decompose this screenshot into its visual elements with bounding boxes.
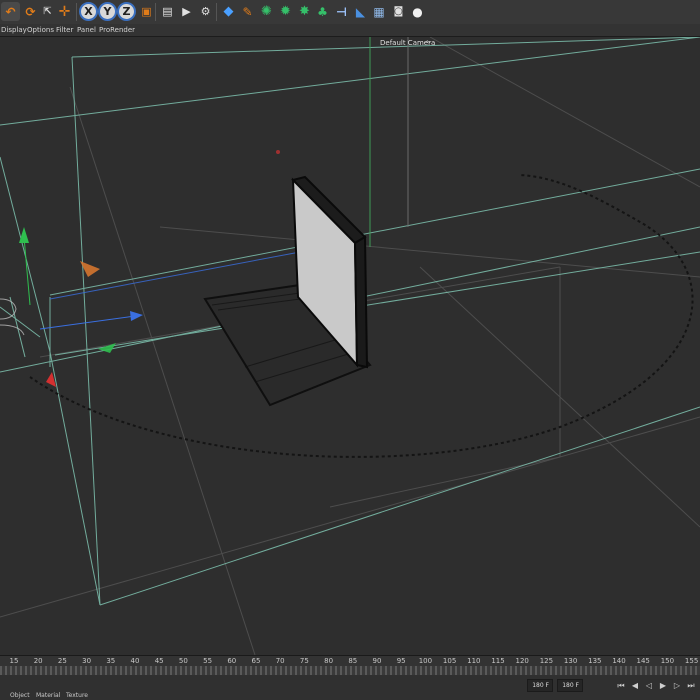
timeline-tick-label: 45 [154,657,164,665]
timeline-tick-label: 70 [275,657,285,665]
timeline-tick-label: 130 [563,657,578,665]
camera-icon[interactable]: ◙ [389,2,408,21]
timeline-tick-label: 95 [396,657,406,665]
lock-axis-icon[interactable]: ▣ [137,2,156,21]
timeline-tick-label: 135 [588,657,602,665]
timeline-tick-label: 15 [9,657,19,665]
pen-icon[interactable]: ✎ [238,2,257,21]
camera-view-icon[interactable]: ·°· [424,40,431,47]
array-icon[interactable]: ✹ [276,2,295,21]
mograph-icon[interactable]: ♣ [313,2,332,21]
timeline-tick-label: 25 [57,657,67,665]
timeline-tick-label: 110 [467,657,481,665]
step-back-icon[interactable]: ◀ [629,679,641,692]
timeline-tick-label: 85 [348,657,358,665]
origin-marker [276,150,280,154]
render-region-icon[interactable]: ▤ [158,2,177,21]
timeline-tick-label: 80 [324,657,334,665]
timeline-tick-label: 30 [82,657,92,665]
step-forward-icon[interactable]: ▷ [671,679,683,692]
timeline-tick-label: 150 [660,657,675,665]
go-to-start-icon[interactable]: ⏮ [615,679,627,692]
tab-object[interactable]: Object [10,692,30,699]
go-to-end-icon[interactable]: ⏭ [685,679,697,692]
timeline-tick-label: 90 [372,657,382,665]
timeline-tick-label: 55 [203,657,213,665]
tab-texture[interactable]: Texture [66,692,88,699]
timeline-tick-label: 145 [636,657,650,665]
viewport-scene [0,37,700,655]
menu-options[interactable]: Options [27,24,54,36]
timeline-tick-label: 100 [418,657,433,665]
frame-track[interactable] [0,666,700,675]
main-toolbar: ↶ ⟳ ⇱ ✛ X Y Z ▣ ▤ ▶ ⚙ ◆ ✎ ✺ ✹ ✸ ♣ ⊣ ◣ ▦ … [0,0,700,25]
subdivision-icon[interactable]: ✺ [257,2,276,21]
timeline-tick-label: 125 [539,657,554,665]
max-frame-field[interactable]: 180 F [557,679,583,692]
texture-icon[interactable]: ◣ [351,2,370,21]
z-axis-arrow[interactable] [130,311,143,321]
timeline-tick-label: 40 [130,657,140,665]
axis-y-button[interactable]: Y [98,2,117,21]
menu-panel[interactable]: Panel [77,24,96,36]
light-icon[interactable]: ● [408,2,427,21]
timeline-tick-label: 120 [515,657,529,665]
menu-filter[interactable]: Filter [56,24,73,36]
axis-z-button[interactable]: Z [117,2,136,21]
end-frame-field[interactable]: 180 F [527,679,553,692]
render-view-icon[interactable]: ▶ [177,2,196,21]
timeline-tick-label: 115 [491,657,505,665]
tab-material[interactable]: Material [36,692,60,699]
timeline-tick-label: 65 [251,657,261,665]
render-settings-icon[interactable]: ⚙ [196,2,215,21]
bend-icon[interactable]: ⊣ [332,2,351,21]
timeline-tick-label: 50 [178,657,188,665]
bookend-object[interactable] [203,175,372,407]
x-axis-line [39,315,136,330]
timeline-tick-label: 105 [442,657,457,665]
timeline-tick-label: 140 [612,657,626,665]
timeline-tick-label: 35 [106,657,116,665]
floor-icon[interactable]: ▦ [370,2,388,21]
cube-icon[interactable]: ◆ [219,2,238,21]
deformer-icon[interactable]: ✸ [295,2,314,21]
play-reverse-icon[interactable]: ◁ [643,679,655,692]
timeline-ruler[interactable]: 15 20 25 30 35 40 45 50 55 60 65 70 75 80 85 90 95 100 105… [0,655,700,676]
timeline-tick-label: 60 [227,657,237,665]
timeline-tick-label: 20 [33,657,43,665]
menu-prorender[interactable]: ProRender [99,24,135,36]
3d-viewport[interactable]: Default Camera ·°· [0,37,700,655]
timeline-tick-label: 75 [299,657,309,665]
timeline-tick-label: 155 [684,657,699,665]
viewport-menu-bar: Display Options Filter Panel ProRender [0,24,700,37]
play-icon[interactable]: ▶ [657,679,669,692]
bottom-tabs: Object Material Texture [0,692,300,700]
move-icon[interactable]: ✛ [55,2,74,21]
axis-x-button[interactable]: X [79,2,98,21]
undo-icon[interactable]: ↶ [1,2,20,21]
menu-display[interactable]: Display [1,24,27,36]
